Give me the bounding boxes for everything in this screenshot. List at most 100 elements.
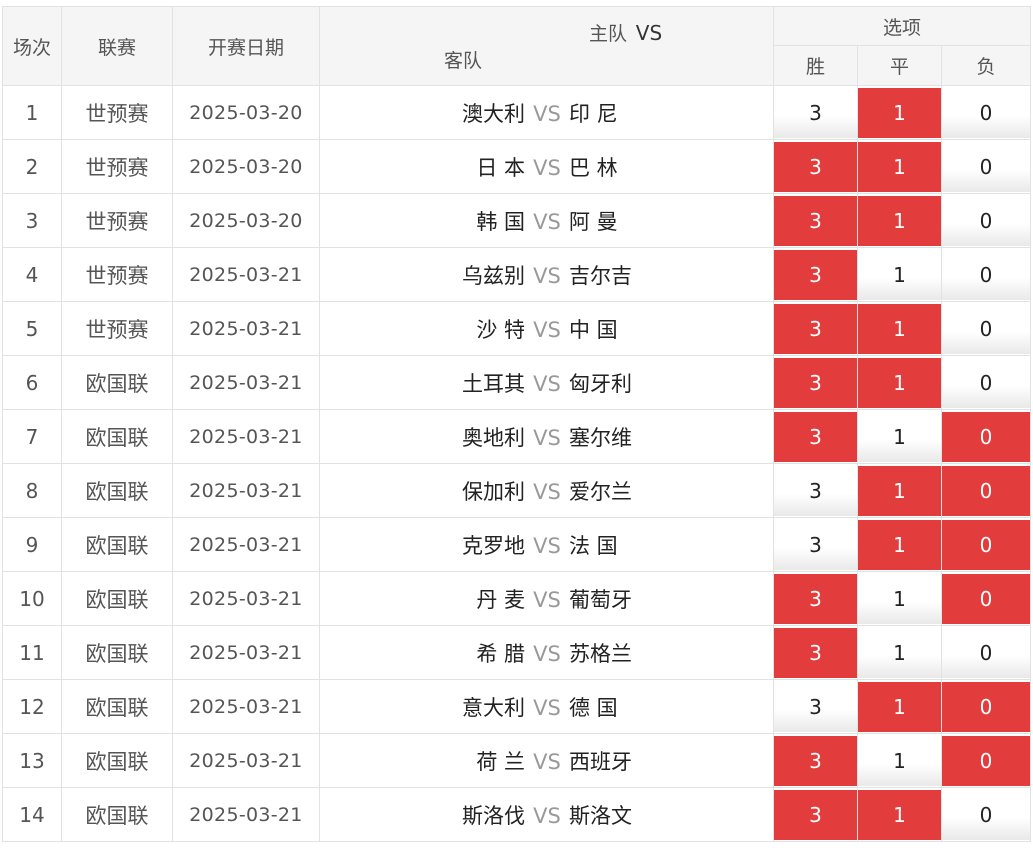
option-draw-button[interactable]: 1 xyxy=(858,735,941,786)
away-team: 斯洛文 xyxy=(569,803,632,828)
away-team: 印 尼 xyxy=(569,101,618,126)
match-date: 2025-03-20 xyxy=(172,193,320,248)
away-team: 中 国 xyxy=(569,317,618,342)
option-lose-button[interactable]: 0 xyxy=(942,411,1031,462)
header-home: 主队 xyxy=(588,23,627,45)
option-win-button[interactable]: 3 xyxy=(774,681,857,732)
option-lose-button[interactable]: 0 xyxy=(942,627,1031,678)
option-win-button[interactable]: 3 xyxy=(774,357,857,408)
match-number: 7 xyxy=(2,409,62,464)
option-lose-button[interactable]: 0 xyxy=(942,195,1031,246)
home-team: 斯洛伐 xyxy=(462,803,525,828)
vs-label: VS xyxy=(533,101,561,126)
home-team: 克罗地 xyxy=(462,533,525,558)
match-number: 9 xyxy=(2,517,62,572)
option-lose-button[interactable]: 0 xyxy=(942,249,1031,300)
option-win-button[interactable]: 3 xyxy=(774,519,857,570)
option-win-button[interactable]: 3 xyxy=(774,249,857,300)
league-name: 欧国联 xyxy=(61,409,173,464)
table-row: 9 欧国联 2025-03-21 克罗地 VS 法 国 310 xyxy=(2,517,1032,572)
option-draw-button[interactable]: 1 xyxy=(858,789,941,840)
option-cell-win: 3 xyxy=(773,625,858,680)
match-number: 10 xyxy=(2,571,62,626)
option-draw-button[interactable]: 1 xyxy=(858,411,941,462)
option-win-button[interactable]: 3 xyxy=(774,573,857,624)
league-name: 欧国联 xyxy=(61,571,173,626)
option-cell-lose: 0 xyxy=(940,355,1032,410)
option-cell-lose: 0 xyxy=(940,679,1032,734)
option-lose-button[interactable]: 0 xyxy=(942,141,1031,192)
option-win-button[interactable]: 3 xyxy=(774,789,857,840)
match-number: 13 xyxy=(2,733,62,788)
table-body: 1 世预赛 2025-03-20 澳大利 VS 印 尼 3 1 0 2 世预赛 2025-03-20 日… xyxy=(2,85,1032,842)
option-draw-button[interactable]: 1 xyxy=(858,303,941,354)
option-draw-button[interactable]: 1 xyxy=(858,681,941,732)
option-cell-draw: 1 xyxy=(857,85,942,140)
option-cell-draw: 1 xyxy=(857,139,942,194)
match-date: 2025-03-21 xyxy=(172,355,320,410)
header-away: 客队 xyxy=(444,50,483,72)
home-team: 丹 麦 xyxy=(476,587,525,612)
option-draw-button[interactable]: 1 xyxy=(858,519,941,570)
table-row: 8 欧国联 2025-03-21 保加利 VS 爱尔兰 3 1 0 xyxy=(2,463,1032,518)
option-win-button[interactable]: 3 xyxy=(774,411,857,462)
option-cell-draw: 1 xyxy=(857,517,942,572)
away-team: 塞尔维 xyxy=(569,425,632,450)
match-date: 2025-03-20 xyxy=(172,85,320,140)
option-draw-button[interactable]: 1 xyxy=(858,627,941,678)
option-win-button[interactable]: 3 xyxy=(774,627,857,678)
option-win-button[interactable]: 3 xyxy=(774,195,857,246)
header-league: 联赛 xyxy=(61,6,173,86)
home-team: 日 本 xyxy=(476,155,525,180)
match-number: 4 xyxy=(2,247,62,302)
option-draw-button[interactable]: 1 xyxy=(858,249,941,300)
away-team: 爱尔兰 xyxy=(569,479,632,504)
option-lose-button[interactable]: 0 xyxy=(942,573,1031,624)
table-row: 5 世预赛 2025-03-21 沙 特 VS 中 国 310 xyxy=(2,301,1032,356)
match-teams: 希 腊 VS 苏格兰 xyxy=(319,625,774,680)
option-draw-button[interactable]: 1 xyxy=(858,195,941,246)
option-win-button[interactable]: 3 xyxy=(774,303,857,354)
option-cell-draw: 1 xyxy=(857,679,942,734)
vs-label: VS xyxy=(533,263,561,288)
option-lose-button[interactable]: 0 xyxy=(942,681,1031,732)
option-cell-win: 3 xyxy=(773,733,858,788)
table-row: 11 欧国联 2025-03-21 希 腊 VS 苏格兰 3 1 0 xyxy=(2,625,1032,680)
option-lose-button[interactable]: 0 xyxy=(942,87,1031,138)
match-teams: 奥地利 VS 塞尔维 xyxy=(319,409,774,464)
option-win-button[interactable]: 3 xyxy=(774,141,857,192)
option-lose-button[interactable]: 0 xyxy=(942,357,1031,408)
option-draw-button[interactable]: 1 xyxy=(858,141,941,192)
option-lose-button[interactable]: 0 xyxy=(942,303,1031,354)
option-lose-button[interactable]: 0 xyxy=(942,789,1031,840)
vs-label: VS xyxy=(533,209,561,234)
option-win-button[interactable]: 3 xyxy=(774,735,857,786)
match-date: 2025-03-21 xyxy=(172,301,320,356)
option-cell-draw: 1 xyxy=(857,787,942,842)
match-date: 2025-03-21 xyxy=(172,517,320,572)
away-team: 西班牙 xyxy=(569,749,632,774)
match-number: 3 xyxy=(2,193,62,248)
option-cell-lose: 0 xyxy=(940,625,1032,680)
option-draw-button[interactable]: 1 xyxy=(858,87,941,138)
home-team: 希 腊 xyxy=(476,641,525,666)
option-draw-button[interactable]: 1 xyxy=(858,573,941,624)
table-row: 12 欧国联 2025-03-21 意大利 VS 德 国 310 xyxy=(2,679,1032,734)
match-teams: 克罗地 VS 法 国 xyxy=(319,517,774,572)
option-win-button[interactable]: 3 xyxy=(774,87,857,138)
option-draw-button[interactable]: 1 xyxy=(858,357,941,408)
match-date: 2025-03-21 xyxy=(172,733,320,788)
league-name: 世预赛 xyxy=(61,301,173,356)
option-win-button[interactable]: 3 xyxy=(774,465,857,516)
option-cell-lose: 0 xyxy=(940,301,1032,356)
table-row: 13 欧国联 2025-03-21 荷 兰 VS 西班牙 3 1 0 xyxy=(2,733,1032,788)
match-teams: 斯洛伐 VS 斯洛文 xyxy=(319,787,774,842)
option-lose-button[interactable]: 0 xyxy=(942,519,1031,570)
header-date: 开赛日期 xyxy=(172,6,320,86)
option-lose-button[interactable]: 0 xyxy=(942,465,1031,516)
option-cell-draw: 1 xyxy=(857,355,942,410)
option-draw-button[interactable]: 1 xyxy=(858,465,941,516)
option-cell-lose: 0 xyxy=(940,193,1032,248)
away-team: 苏格兰 xyxy=(569,641,632,666)
option-lose-button[interactable]: 0 xyxy=(942,735,1031,786)
